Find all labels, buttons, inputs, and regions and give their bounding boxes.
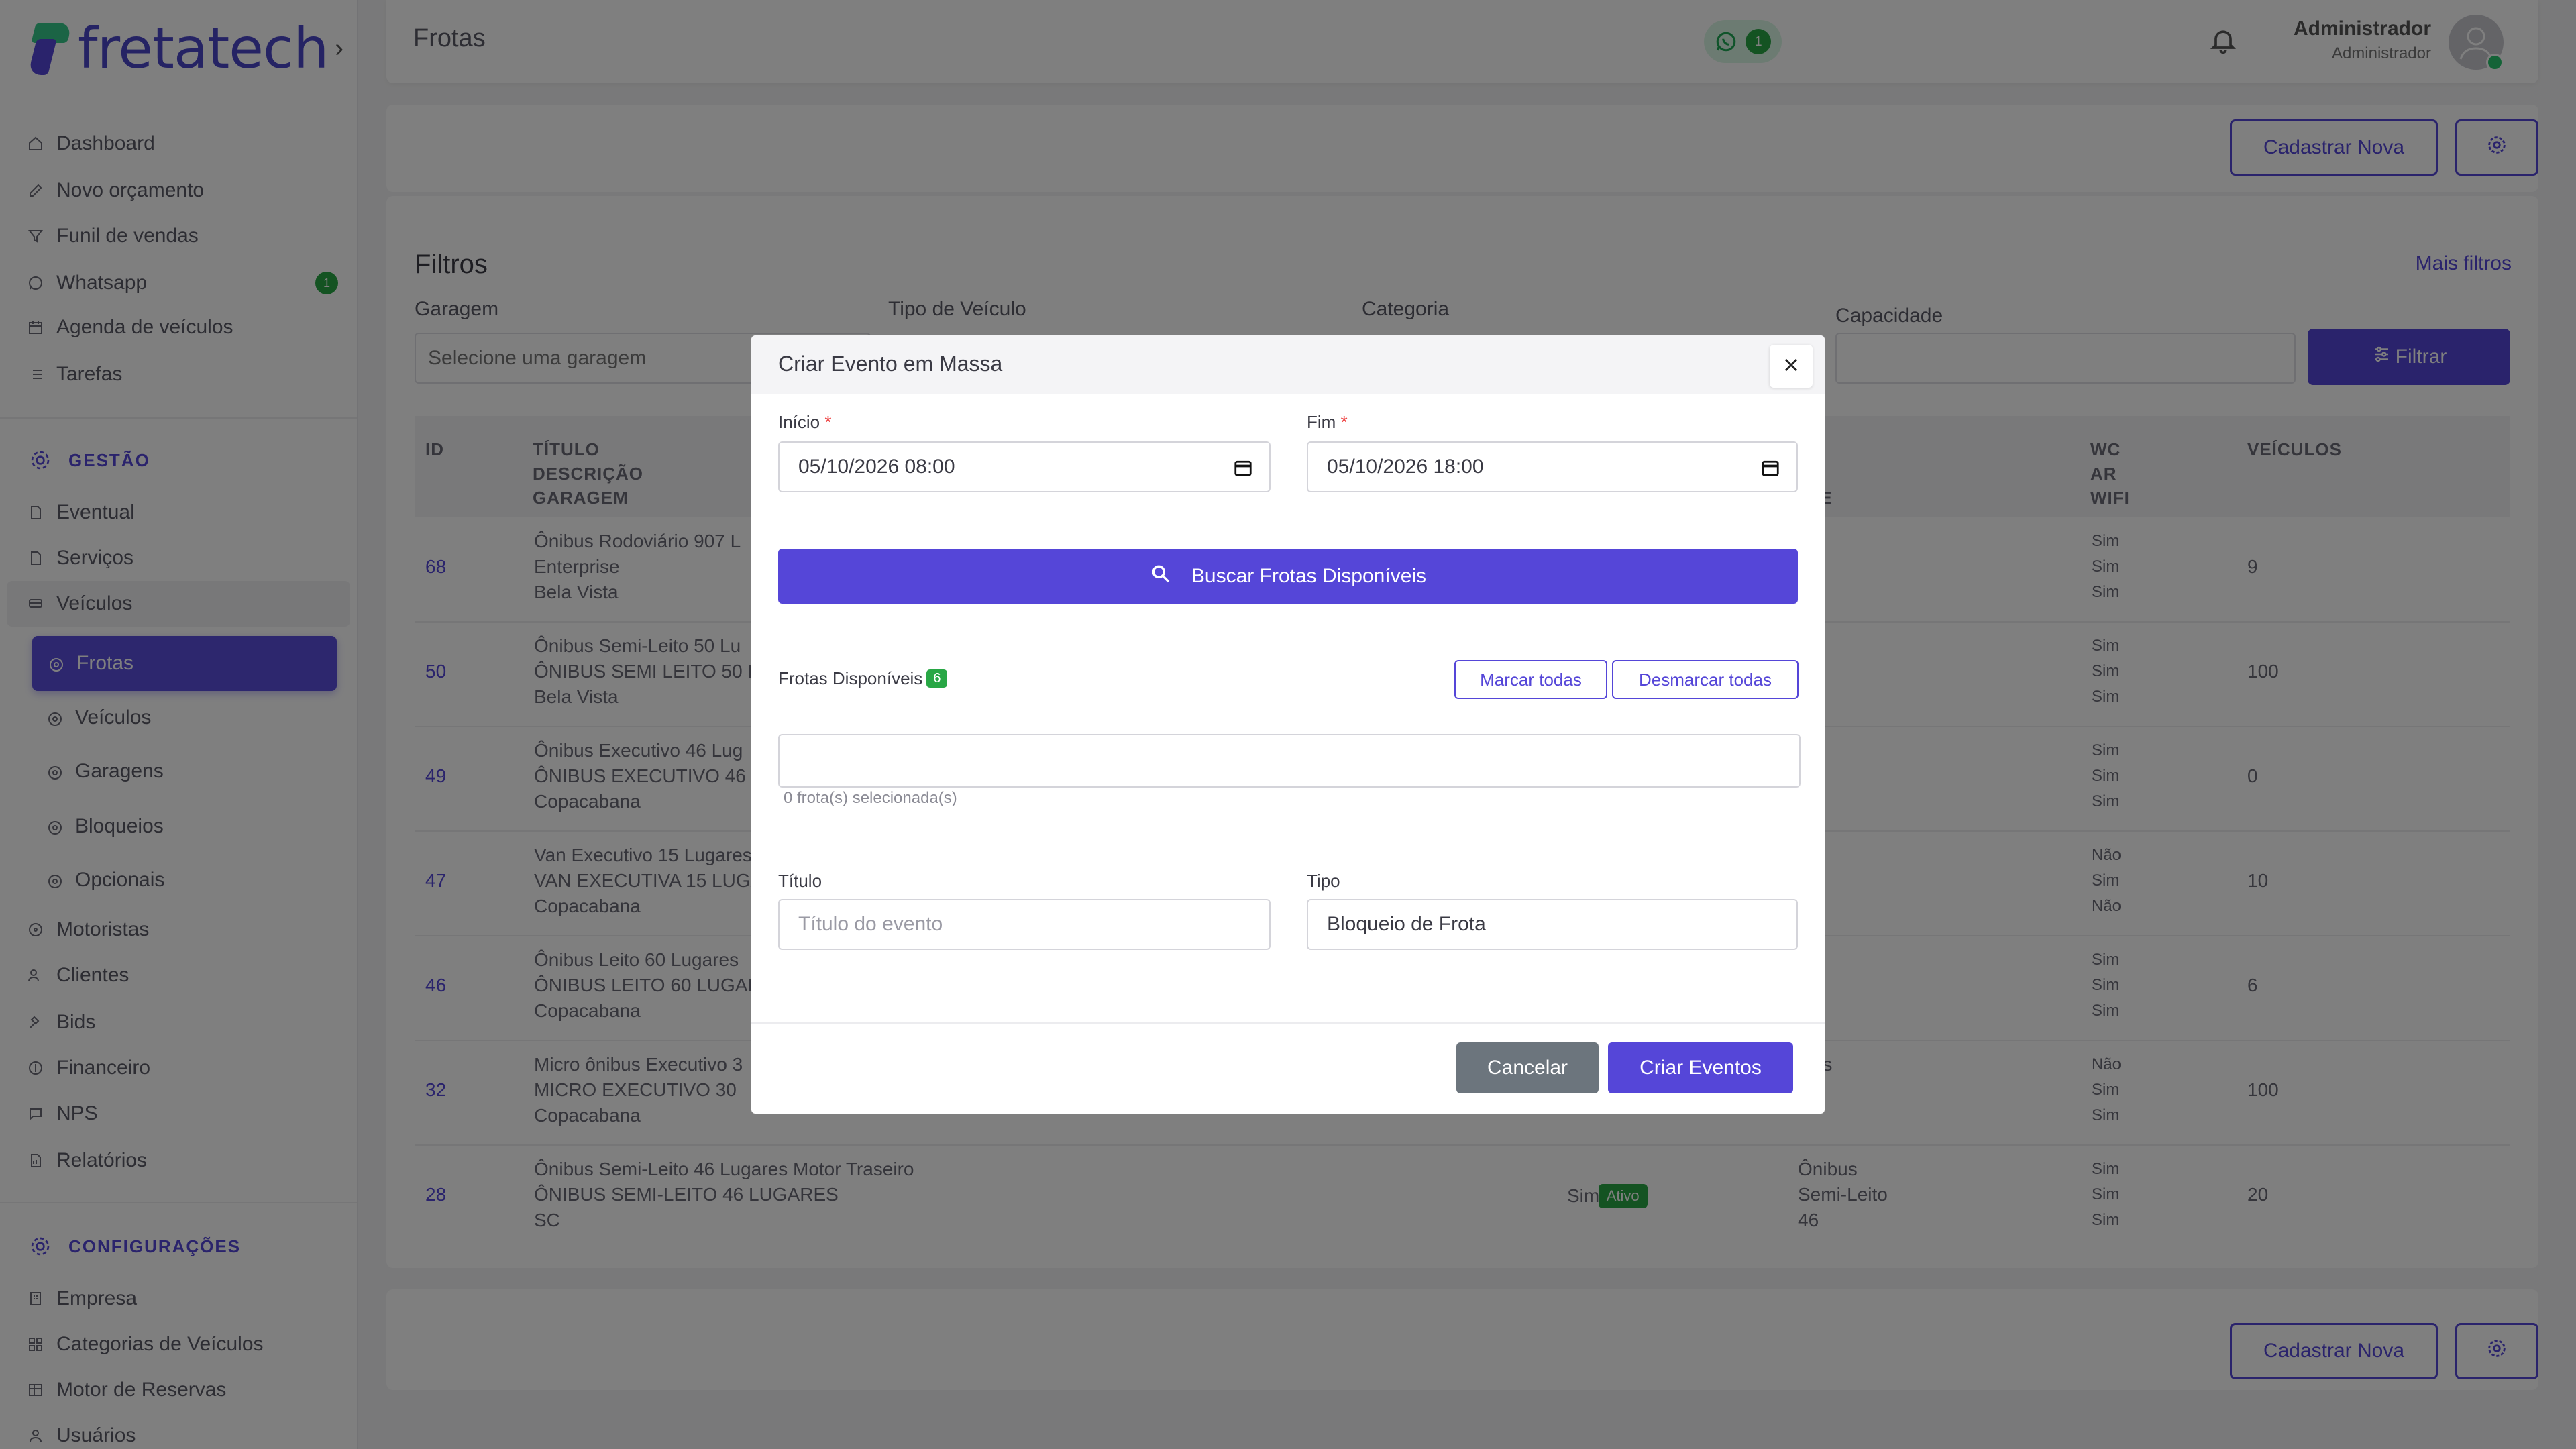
buscar-label: Buscar Frotas Disponíveis: [1191, 565, 1427, 587]
fim-datetime-input[interactable]: 05/10/2026 18:00: [1307, 441, 1798, 492]
titulo-label: Título: [778, 871, 822, 891]
search-icon: [1150, 563, 1171, 590]
frotas-count-badge: 6: [926, 669, 948, 688]
criar-eventos-button[interactable]: Criar Eventos: [1608, 1042, 1793, 1093]
calendar-icon[interactable]: [1233, 458, 1253, 478]
titulo-input[interactable]: Título do evento: [778, 899, 1271, 950]
required-mark: *: [1340, 412, 1348, 432]
modal-header: Criar Evento em Massa: [751, 335, 1825, 394]
criar-evento-modal: Criar Evento em Massa Início * 05/10/202…: [751, 335, 1825, 1114]
inicio-value: 05/10/2026 08:00: [798, 455, 955, 478]
tipo-select[interactable]: Bloqueio de Frota: [1307, 899, 1798, 950]
inicio-label-text: Início: [778, 412, 820, 432]
cancel-button[interactable]: Cancelar: [1456, 1042, 1599, 1093]
close-icon: [1782, 356, 1801, 378]
frotas-label-text: Frotas Disponíveis: [778, 668, 923, 688]
fim-value: 05/10/2026 18:00: [1327, 455, 1484, 478]
close-button[interactable]: [1770, 345, 1813, 388]
fim-label-text: Fim: [1307, 412, 1336, 432]
frotas-disponiveis-label: Frotas Disponíveis 6: [778, 668, 948, 689]
modal-footer-divider: [751, 1022, 1825, 1024]
selected-count: 0 frota(s) selecionada(s): [784, 789, 957, 807]
marcar-todas-button[interactable]: Marcar todas: [1454, 660, 1607, 699]
calendar-icon[interactable]: [1760, 458, 1780, 478]
inicio-label: Início *: [778, 412, 832, 433]
frotas-select-box[interactable]: [778, 734, 1801, 788]
fim-label: Fim *: [1307, 412, 1348, 433]
buscar-frotas-button[interactable]: Buscar Frotas Disponíveis: [778, 549, 1798, 604]
required-mark: *: [824, 412, 832, 432]
inicio-datetime-input[interactable]: 05/10/2026 08:00: [778, 441, 1271, 492]
tipo-label: Tipo: [1307, 871, 1340, 891]
modal-title: Criar Evento em Massa: [778, 352, 1003, 376]
desmarcar-todas-button[interactable]: Desmarcar todas: [1612, 660, 1799, 699]
